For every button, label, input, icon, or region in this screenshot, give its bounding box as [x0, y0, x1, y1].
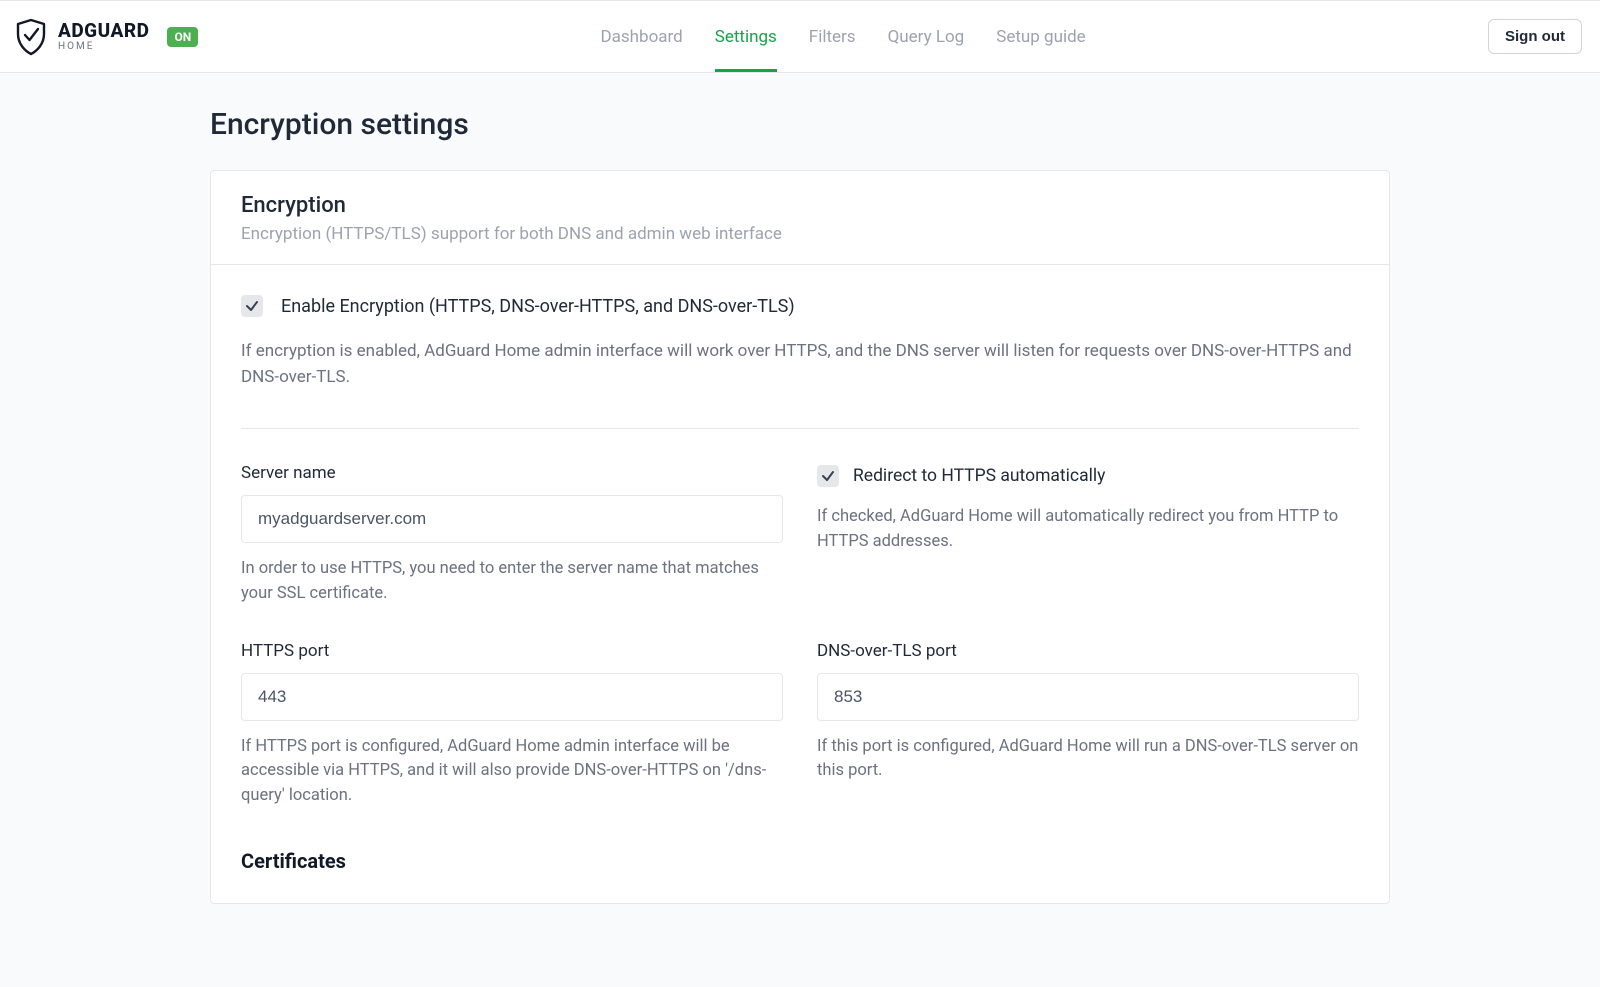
server-name-label: Server name — [241, 463, 783, 483]
topbar: ADGUARD HOME ON Dashboard Settings Filte… — [0, 0, 1600, 73]
enable-encryption-help: If encryption is enabled, AdGuard Home a… — [241, 339, 1359, 390]
topbar-right: Sign out — [1488, 1, 1582, 72]
divider — [241, 428, 1359, 429]
nav-setup-guide[interactable]: Setup guide — [996, 1, 1085, 72]
page: Encryption settings Encryption Encryptio… — [210, 73, 1390, 964]
dot-port-label: DNS-over-TLS port — [817, 641, 1359, 661]
encryption-panel: Encryption Encryption (HTTPS/TLS) suppor… — [210, 170, 1390, 904]
brand-name-main: ADGUARD — [58, 21, 149, 40]
https-port-field: HTTPS port If HTTPS port is configured, … — [241, 641, 783, 809]
check-icon — [821, 469, 835, 483]
nav-dashboard[interactable]: Dashboard — [600, 1, 682, 72]
brand-name-sub: HOME — [58, 42, 149, 52]
enable-encryption-row: Enable Encryption (HTTPS, DNS-over-HTTPS… — [241, 295, 1359, 317]
page-title: Encryption settings — [210, 107, 1390, 142]
redirect-https-field: Redirect to HTTPS automatically If check… — [817, 463, 1359, 607]
https-port-input[interactable] — [241, 673, 783, 721]
check-icon — [245, 299, 259, 313]
main-nav: Dashboard Settings Filters Query Log Set… — [198, 1, 1488, 72]
panel-header: Encryption Encryption (HTTPS/TLS) suppor… — [211, 171, 1389, 265]
server-name-hint: In order to use HTTPS, you need to enter… — [241, 557, 783, 607]
dot-port-input[interactable] — [817, 673, 1359, 721]
brand-text: ADGUARD HOME — [58, 21, 149, 52]
certificates-title: Certificates — [241, 849, 1359, 873]
redirect-https-label: Redirect to HTTPS automatically — [853, 466, 1105, 486]
server-name-input[interactable] — [241, 495, 783, 543]
form-grid: Server name In order to use HTTPS, you n… — [241, 463, 1359, 809]
nav-query-log[interactable]: Query Log — [888, 1, 965, 72]
dot-port-hint: If this port is configured, AdGuard Home… — [817, 735, 1359, 785]
signout-button[interactable]: Sign out — [1488, 19, 1582, 54]
dot-port-field: DNS-over-TLS port If this port is config… — [817, 641, 1359, 809]
redirect-https-hint: If checked, AdGuard Home will automatica… — [817, 505, 1359, 555]
panel-subtitle: Encryption (HTTPS/TLS) support for both … — [241, 224, 1359, 244]
nav-settings[interactable]: Settings — [715, 1, 777, 72]
panel-body: Enable Encryption (HTTPS, DNS-over-HTTPS… — [211, 265, 1389, 903]
status-badge: ON — [167, 27, 198, 47]
enable-encryption-checkbox[interactable] — [241, 295, 263, 317]
panel-title: Encryption — [241, 193, 1359, 218]
brand[interactable]: ADGUARD HOME ON — [14, 1, 198, 72]
server-name-field: Server name In order to use HTTPS, you n… — [241, 463, 783, 607]
https-port-label: HTTPS port — [241, 641, 783, 661]
https-port-hint: If HTTPS port is configured, AdGuard Hom… — [241, 735, 783, 809]
redirect-https-checkbox[interactable] — [817, 465, 839, 487]
enable-encryption-label: Enable Encryption (HTTPS, DNS-over-HTTPS… — [281, 296, 795, 317]
shield-check-icon — [14, 18, 48, 56]
redirect-https-row: Redirect to HTTPS automatically — [817, 465, 1359, 487]
nav-filters[interactable]: Filters — [809, 1, 856, 72]
